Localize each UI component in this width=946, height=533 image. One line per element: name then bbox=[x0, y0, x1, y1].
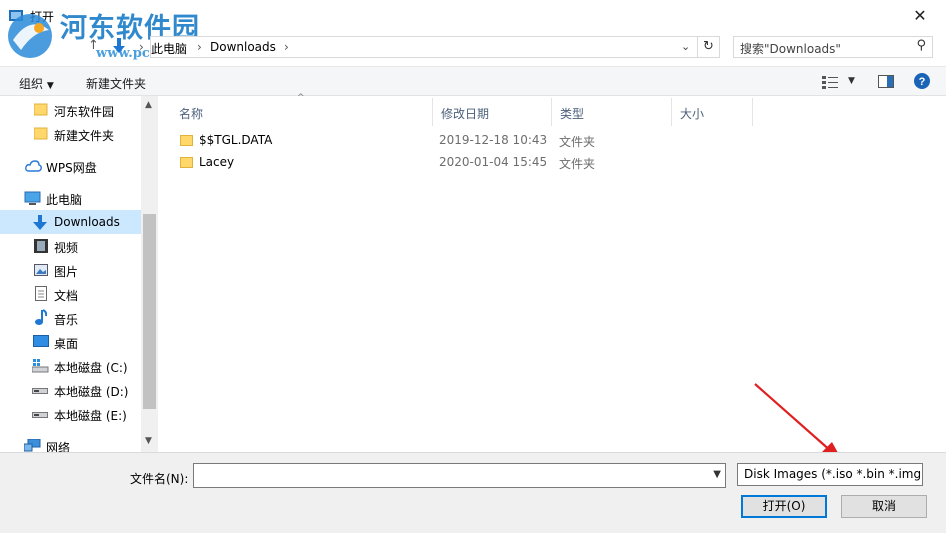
nav-item-music[interactable]: 音乐 bbox=[0, 306, 141, 330]
nav-item-new-folder[interactable]: 新建文件夹 bbox=[0, 122, 141, 146]
column-header-name[interactable]: 名称 bbox=[170, 98, 433, 126]
dropdown-arrow-icon: ▼ bbox=[46, 81, 54, 91]
file-type: 文件夹 bbox=[559, 135, 596, 149]
nav-label: 桌面 bbox=[54, 337, 79, 351]
search-input[interactable]: 搜索"Downloads" ⚲ bbox=[733, 36, 933, 58]
scroll-up-icon[interactable]: ▲ bbox=[145, 100, 152, 110]
file-type-filter[interactable]: Disk Images (*.iso *.bin *.img) bbox=[737, 463, 923, 486]
nav-label: 本地磁盘 (C:) bbox=[54, 361, 128, 375]
window-title: 打开 bbox=[30, 10, 55, 24]
document-icon bbox=[35, 286, 47, 301]
desktop-icon bbox=[33, 335, 49, 347]
nav-scroll-thumb[interactable] bbox=[143, 214, 156, 409]
folder-icon bbox=[34, 127, 48, 140]
computer-icon bbox=[24, 191, 41, 205]
nav-scrollbar[interactable]: ▲ ▼ bbox=[141, 96, 158, 452]
nav-item-drive-d[interactable]: 本地磁盘 (D:) bbox=[0, 378, 141, 402]
nav-label: 此电脑 bbox=[46, 193, 83, 207]
help-icon[interactable]: ? bbox=[914, 73, 930, 89]
drive-icon bbox=[32, 388, 48, 394]
nav-label: 新建文件夹 bbox=[54, 129, 115, 143]
address-bar[interactable]: › 此电脑 › Downloads › ⌄ bbox=[139, 36, 698, 58]
filename-label: 文件名(N): bbox=[130, 472, 189, 486]
column-label: 大小 bbox=[680, 107, 705, 121]
nav-item-hedong[interactable]: 河东软件园 bbox=[0, 98, 141, 122]
search-icon: ⚲ bbox=[916, 38, 926, 53]
column-header-size[interactable]: 大小 bbox=[671, 98, 753, 126]
up-arrow-icon[interactable]: ↑ bbox=[88, 38, 99, 53]
nav-label: 文档 bbox=[54, 289, 79, 303]
nav-item-wps-cloud[interactable]: WPS网盘 bbox=[0, 154, 141, 178]
network-icon bbox=[24, 439, 41, 452]
column-header-type[interactable]: 类型 bbox=[551, 98, 672, 126]
organize-button[interactable]: 组织 ▼ bbox=[19, 75, 54, 92]
nav-label: Downloads bbox=[54, 215, 120, 229]
svg-text:?: ? bbox=[919, 76, 926, 88]
file-modified: 2019-12-18 10:43 bbox=[439, 133, 548, 147]
view-options-icon[interactable] bbox=[822, 75, 840, 89]
drive-icon bbox=[32, 412, 48, 418]
drive-c-icon bbox=[32, 359, 49, 373]
file-modified: 2020-01-04 15:45 bbox=[439, 155, 548, 169]
file-type: 文件夹 bbox=[559, 157, 596, 171]
breadcrumb-downloads[interactable]: Downloads bbox=[210, 40, 276, 54]
navigation-pane: 河东软件园 新建文件夹 WPS网盘 此电脑 Downloads 视频 图片 文档… bbox=[0, 96, 158, 455]
column-label: 名称 bbox=[179, 107, 204, 121]
nav-item-this-pc[interactable]: 此电脑 bbox=[0, 186, 141, 210]
filename-input[interactable]: ▼ bbox=[193, 463, 726, 488]
scroll-down-icon[interactable]: ▼ bbox=[145, 436, 152, 446]
column-header-modified[interactable]: 修改日期 bbox=[432, 98, 552, 126]
nav-item-downloads[interactable]: Downloads bbox=[0, 210, 141, 234]
column-label: 修改日期 bbox=[441, 107, 490, 121]
nav-label: 本地磁盘 (E:) bbox=[54, 409, 127, 423]
folder-icon bbox=[180, 135, 193, 146]
file-row[interactable]: $$TGL.DATA 2019-12-18 10:43 文件夹 bbox=[170, 130, 770, 152]
file-name: $$TGL.DATA bbox=[199, 133, 273, 147]
cloud-icon bbox=[25, 160, 42, 172]
close-button[interactable]: ✕ bbox=[905, 4, 935, 28]
app-icon bbox=[9, 10, 23, 21]
search-placeholder: 搜索"Downloads" bbox=[740, 42, 841, 56]
file-row[interactable]: Lacey 2020-01-04 15:45 文件夹 bbox=[170, 152, 770, 174]
nav-label: 音乐 bbox=[54, 313, 79, 327]
pictures-icon bbox=[34, 264, 48, 276]
address-dropdown-icon[interactable]: ⌄ bbox=[681, 40, 690, 53]
nav-item-drive-e[interactable]: 本地磁盘 (E:) bbox=[0, 402, 141, 426]
download-folder-icon bbox=[113, 38, 125, 53]
refresh-button[interactable]: ↻ bbox=[698, 36, 720, 58]
open-button[interactable]: 打开(O) bbox=[741, 495, 827, 518]
cancel-button[interactable]: 取消 bbox=[841, 495, 927, 518]
preview-pane-icon[interactable] bbox=[878, 75, 894, 88]
nav-item-videos[interactable]: 视频 bbox=[0, 234, 141, 258]
video-icon bbox=[34, 239, 48, 253]
new-folder-button[interactable]: 新建文件夹 bbox=[86, 75, 146, 92]
column-label: 类型 bbox=[560, 107, 585, 121]
chevron-right-icon: › bbox=[197, 40, 202, 54]
chevron-right-icon: › bbox=[139, 40, 144, 54]
filename-dropdown-icon[interactable]: ▼ bbox=[713, 469, 721, 480]
nav-label: 本地磁盘 (D:) bbox=[54, 385, 129, 399]
nav-item-desktop[interactable]: 桌面 bbox=[0, 330, 141, 354]
download-icon bbox=[33, 215, 47, 230]
breadcrumb-this-pc[interactable]: 此电脑 bbox=[151, 40, 187, 57]
file-name: Lacey bbox=[199, 155, 235, 169]
nav-label: 河东软件园 bbox=[54, 105, 115, 119]
nav-label: 图片 bbox=[54, 265, 79, 279]
nav-label: 视频 bbox=[54, 241, 79, 255]
folder-icon bbox=[34, 103, 48, 116]
nav-item-pictures[interactable]: 图片 bbox=[0, 258, 141, 282]
command-bar: 组织 ▼ 新建文件夹 ▼ ? bbox=[0, 66, 946, 96]
nav-item-drive-c[interactable]: 本地磁盘 (C:) bbox=[0, 354, 141, 378]
title-bar: 打开 ✕ bbox=[0, 0, 946, 32]
view-dropdown-icon[interactable]: ▼ bbox=[848, 76, 855, 86]
nav-item-documents[interactable]: 文档 bbox=[0, 282, 141, 306]
music-icon bbox=[35, 309, 47, 325]
organize-label: 组织 bbox=[19, 77, 44, 91]
nav-label: WPS网盘 bbox=[46, 161, 97, 175]
folder-icon bbox=[180, 157, 193, 168]
chevron-right-icon: › bbox=[284, 40, 289, 54]
